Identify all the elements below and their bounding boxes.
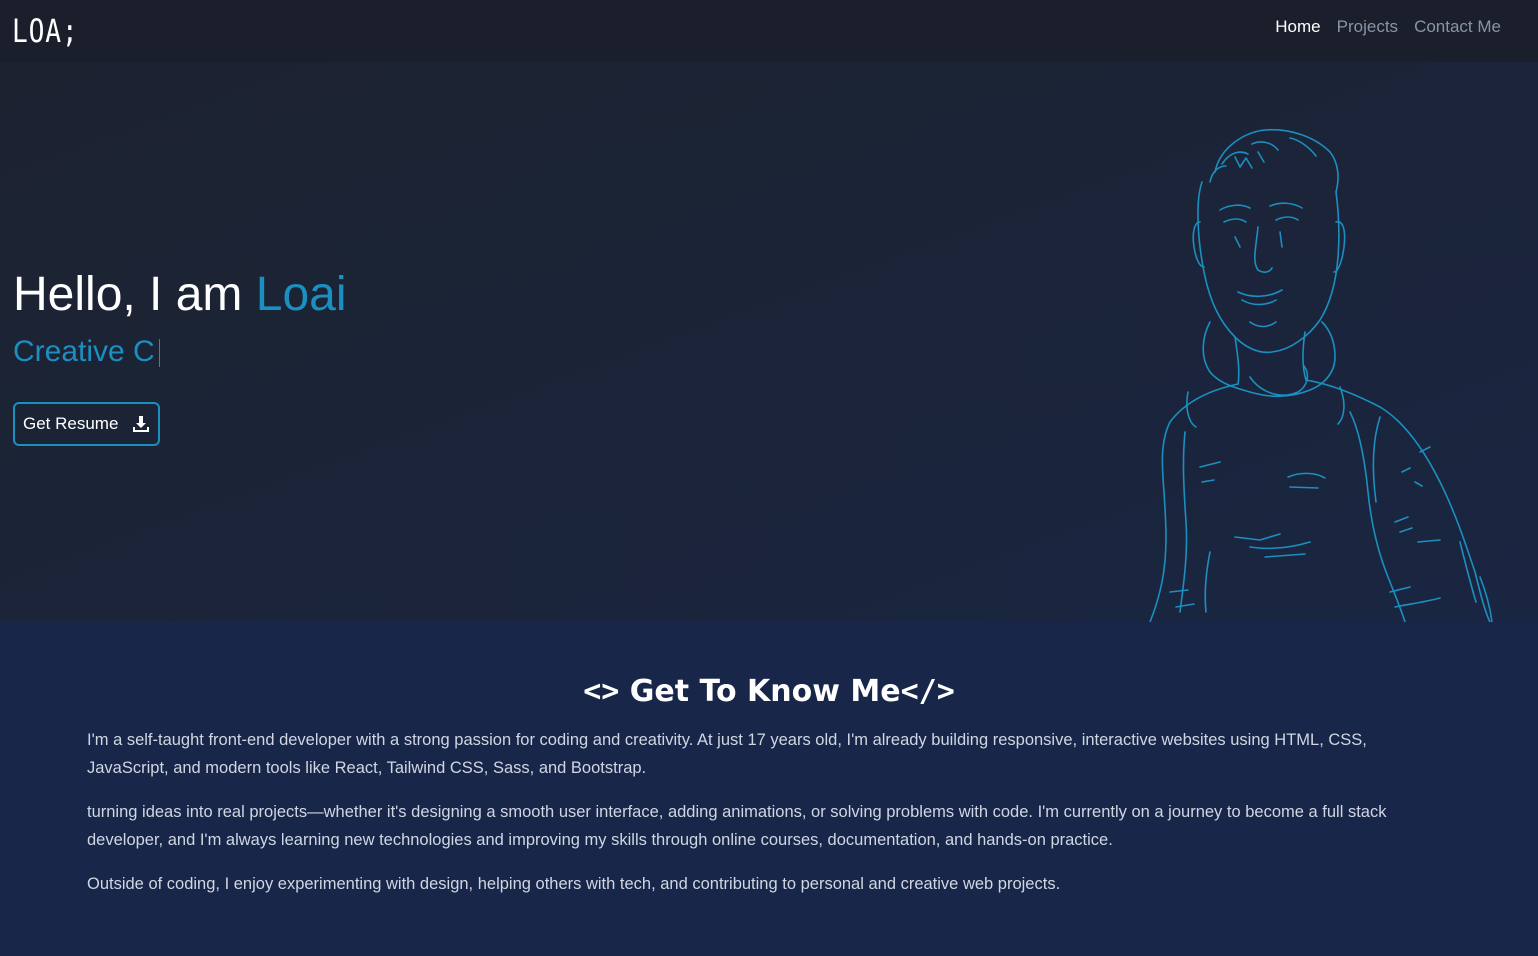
about-paragraph-2: turning ideas into real projects—whether…: [87, 803, 1387, 849]
nav-link-contact[interactable]: Contact Me: [1414, 16, 1501, 38]
about-title: <> Get To Know Me</>: [0, 672, 1538, 712]
about-section: <> Get To Know Me</> I'm a self-taught f…: [0, 622, 1538, 956]
about-text: I'm a self-taught front-end developer wi…: [87, 726, 1437, 914]
hero-title: Hello, I am Loai: [13, 264, 347, 326]
nav-link-home[interactable]: Home: [1275, 16, 1320, 38]
about-title-text: Get To Know Me: [619, 674, 901, 709]
portrait-line-drawing: [1149, 128, 1493, 622]
hero-section: Hello, I am Loai Creative C Get Resume: [0, 62, 1538, 622]
hero-subtitle-text: Creative C: [13, 335, 155, 368]
about-paragraph-1: I'm a self-taught front-end developer wi…: [87, 731, 1367, 777]
nav-link-projects[interactable]: Projects: [1337, 16, 1398, 38]
get-resume-button[interactable]: Get Resume: [13, 402, 160, 446]
hero-name: Loai: [255, 268, 347, 321]
code-close-icon: </>: [900, 674, 955, 709]
hero-greeting: Hello, I am: [13, 268, 256, 321]
site-logo[interactable]: LOA;: [12, 10, 78, 52]
get-resume-label: Get Resume: [23, 414, 119, 433]
about-paragraph-3: Outside of coding, I enjoy experimenting…: [87, 875, 1061, 893]
navbar: LOA; Home Projects Contact Me: [0, 0, 1538, 62]
code-open-icon: <>: [583, 674, 620, 709]
download-icon: [132, 415, 150, 433]
hero-subtitle: Creative C: [13, 334, 160, 370]
nav-links: Home Projects Contact Me: [1275, 16, 1501, 38]
typing-cursor: [158, 339, 160, 368]
